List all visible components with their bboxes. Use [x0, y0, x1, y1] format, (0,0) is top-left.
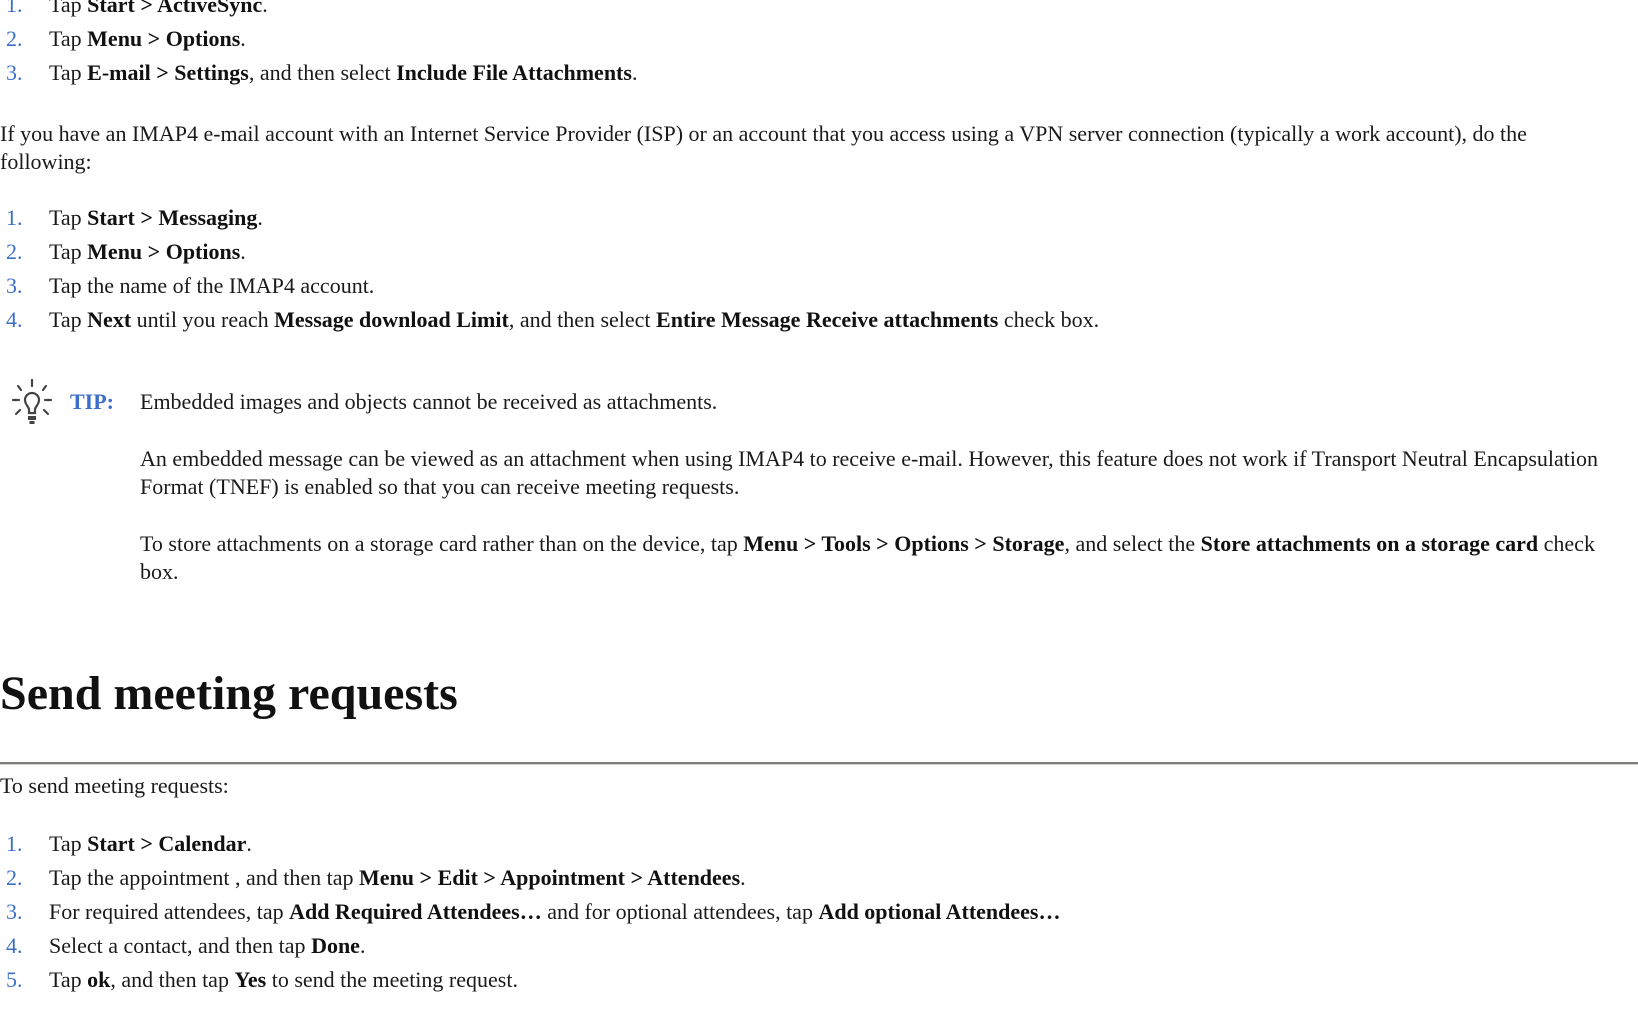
- section-divider: [0, 762, 1638, 765]
- list-item: 4. Select a contact, and then tap Done.: [6, 933, 366, 958]
- ui-path-text: ok: [87, 967, 111, 992]
- ui-path-text: Yes: [234, 967, 267, 992]
- list-item: 5. Tap ok, and then tap Yes to send the m…: [6, 967, 518, 992]
- tip-paragraph: To store attachments on a storage card r…: [140, 531, 1595, 584]
- ui-path-text: Add optional Attendees…: [818, 899, 1061, 924]
- list-item: 2. Tap the appointment , and then tap Men…: [6, 865, 746, 890]
- tip-paragraph: An embedded message can be viewed as an …: [140, 446, 1599, 499]
- ui-path-text: Menu > Options: [87, 26, 241, 51]
- list-number: 4.: [6, 307, 23, 332]
- list-item: 1. Tap Start > Messaging.: [6, 205, 263, 230]
- list-number: 2.: [6, 865, 23, 890]
- list-item: 3. Tap E-mail > Settings, and then select…: [6, 60, 638, 85]
- list-number: 3.: [6, 899, 23, 924]
- list-item: 3. Tap the name of the IMAP4 account.: [6, 273, 375, 298]
- ui-path-text: Include File Attachments: [396, 60, 632, 85]
- imap-steps: 1. Tap Start > Messaging. 2. Tap Menu > Opt…: [0, 206, 1099, 342]
- section-intro: To send meeting requests:: [0, 773, 229, 798]
- ui-path-text: Next: [87, 307, 132, 332]
- ui-path-text: Done: [311, 933, 360, 958]
- tip-paragraph: Embedded images and objects cannot be re…: [140, 389, 718, 414]
- ui-path-text: Message download Limit: [274, 307, 509, 332]
- ui-path-text: Entire Message Receive attachments: [656, 307, 999, 332]
- meeting-request-steps: 1. Tap Start > Calendar. 2. Tap the appoint…: [0, 832, 1061, 1002]
- ui-path-text: Start > ActiveSync: [87, 0, 263, 17]
- list-number: 4.: [6, 933, 23, 958]
- lightbulb-icon: [11, 378, 53, 424]
- list-number: 3.: [6, 60, 23, 85]
- activesync-steps: 1. Tap Start > ActiveSync. 2. Tap Menu > Op…: [0, 0, 637, 95]
- list-item: 1. Tap Start > Calendar.: [6, 831, 252, 856]
- ui-path-text: Menu > Options: [87, 239, 241, 264]
- ui-path-text: Menu > Tools > Options > Storage: [743, 531, 1065, 556]
- tip-body: Embedded images and objects cannot be re…: [140, 388, 1610, 615]
- tip-box: TIP: Embedded images and objects cannot …: [0, 370, 1638, 600]
- list-number: 1.: [6, 205, 23, 230]
- list-number: 5.: [6, 967, 23, 992]
- ui-path-text: Add Required Attendees…: [289, 899, 542, 924]
- section-heading: Send meeting requests: [0, 667, 458, 720]
- list-number: 1.: [6, 831, 23, 856]
- list-number: 1.: [6, 0, 23, 17]
- list-item: 3. For required attendees, tap Add Requir…: [6, 899, 1061, 924]
- list-item: 1. Tap Start > ActiveSync.: [0, 0, 637, 27]
- list-item: 2. Tap Menu > Options.: [6, 239, 246, 264]
- list-item: 2. Tap Menu > Options.: [6, 26, 246, 51]
- tip-label: TIP:: [70, 389, 114, 414]
- ui-path-text: Start > Calendar: [87, 831, 247, 856]
- ui-path-text: Start > Messaging: [87, 205, 258, 230]
- ui-path-text: E-mail > Settings: [87, 60, 249, 85]
- ui-path-text: Menu > Edit > Appointment > Attendees: [359, 865, 741, 890]
- ui-path-text: Store attachments on a storage card: [1200, 531, 1539, 556]
- list-number: 2.: [6, 239, 23, 264]
- list-number: 2.: [6, 26, 23, 51]
- list-item: 4. Tap Next until you reach Message downl…: [6, 307, 1100, 332]
- list-number: 3.: [6, 273, 23, 298]
- imap-intro-paragraph: If you have an IMAP4 e-mail account with…: [0, 121, 1527, 174]
